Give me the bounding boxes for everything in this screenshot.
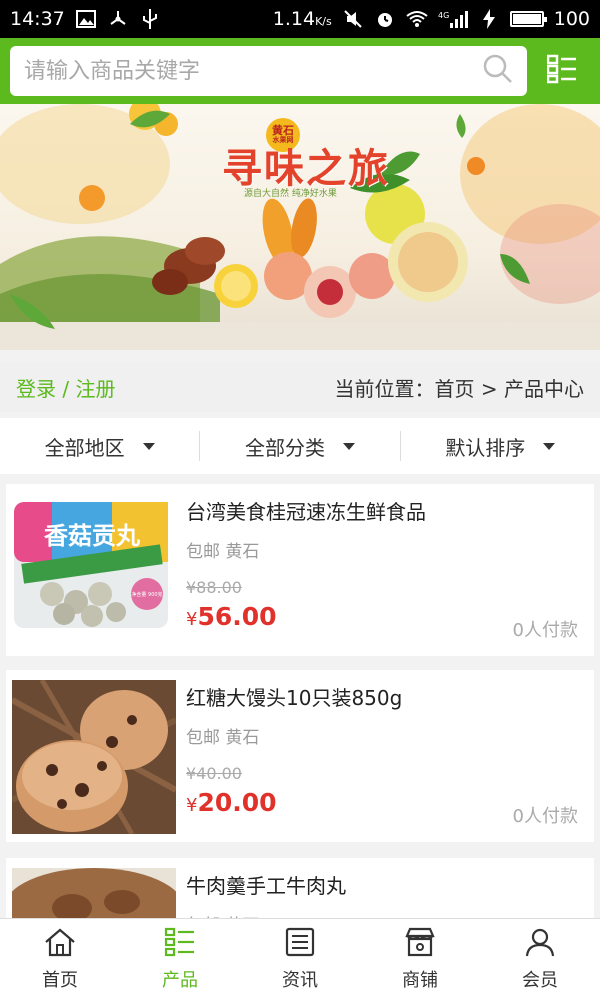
product-card[interactable]: 香菇贡丸 净含量 900克 台湾美食桂冠速冻生鲜食品 包邮 黄石 ¥88.00 …: [6, 484, 594, 656]
product-name[interactable]: 台湾美食桂冠速冻生鲜食品: [186, 496, 578, 525]
tab-home[interactable]: 首页: [0, 919, 120, 1000]
category-list-icon: [547, 54, 577, 88]
signal-icon: 4G: [438, 8, 468, 30]
product-meta: 包邮 黄石: [186, 728, 260, 748]
search-bar[interactable]: [10, 46, 527, 96]
tab-label: 资讯: [282, 970, 318, 991]
product-name[interactable]: 牛肉羹手工牛肉丸: [186, 870, 578, 899]
product-meta: 包邮 黄石: [186, 542, 260, 562]
caret-down-icon: [543, 442, 556, 450]
original-price: ¥88.00: [186, 578, 242, 597]
login-link[interactable]: 登录: [16, 377, 56, 401]
paid-count: 0人付款: [512, 806, 578, 827]
sale-price: ¥20.00: [186, 788, 277, 817]
filter-region[interactable]: 全部地区: [0, 431, 201, 461]
tab-label: 产品: [162, 970, 198, 991]
network-speed: 1.14K/s: [272, 8, 332, 30]
usb-debug-icon: [139, 8, 161, 30]
product-card[interactable]: 红糖大馒头10只装850g 包邮 黄石 ¥40.00 ¥20.00 0人付款: [6, 670, 594, 842]
register-link[interactable]: 注册: [75, 377, 115, 401]
caret-down-icon: [142, 442, 155, 450]
product-image[interactable]: [12, 868, 176, 920]
filter-sort[interactable]: 默认排序: [401, 431, 600, 461]
list-icon: [164, 927, 196, 962]
bottom-tab-bar: 首页 产品 资讯 商铺 会员: [0, 918, 600, 1000]
filter-category[interactable]: 全部分类: [200, 431, 401, 461]
caret-down-icon: [342, 442, 355, 450]
header: [0, 38, 600, 104]
filter-bar: 全部地区 全部分类 默认排序: [0, 418, 600, 474]
banner-subtitle: 源自大自然 纯净好水果: [244, 189, 337, 199]
tab-news[interactable]: 资讯: [240, 919, 360, 1000]
paid-count: 0人付款: [512, 620, 578, 641]
tab-label: 商铺: [402, 970, 438, 991]
wifi-icon: [406, 8, 428, 30]
battery-percent: 100: [553, 8, 590, 30]
home-icon: [44, 927, 76, 962]
usb-icon: [107, 8, 129, 30]
news-icon: [284, 927, 316, 962]
battery-icon: [509, 11, 547, 27]
product-name[interactable]: 红糖大馒头10只装850g: [186, 682, 578, 711]
filter-label: 默认排序: [445, 435, 526, 460]
search-icon[interactable]: [483, 54, 513, 88]
status-bar: 14:37 1.14K/s 4G 100: [0, 0, 600, 38]
category-menu-button[interactable]: [535, 46, 590, 96]
tab-store[interactable]: 商铺: [360, 919, 480, 1000]
svg-text:4G: 4G: [438, 11, 449, 20]
product-image[interactable]: 香菇贡丸 净含量 900克: [12, 494, 176, 648]
breadcrumb-bar: 登录 / 注册 当前位置：首页 > 产品中心: [0, 362, 600, 412]
product-list: 香菇贡丸 净含量 900克 台湾美食桂冠速冻生鲜食品 包邮 黄石 ¥88.00 …: [0, 484, 600, 920]
promo-banner[interactable]: 黄石 水果网 寻味之旅 源自大自然 纯净好水果: [0, 104, 600, 350]
charging-icon: [478, 8, 500, 30]
store-icon: [404, 927, 436, 962]
product-image[interactable]: [12, 680, 176, 834]
tab-label: 首页: [42, 970, 78, 991]
breadcrumb: 当前位置：首页 > 产品中心: [334, 376, 584, 401]
search-input[interactable]: [24, 58, 464, 84]
package-badge: 净含量 900克: [131, 591, 162, 598]
product-card[interactable]: 牛肉羹手工牛肉丸 包邮 黄石: [6, 858, 594, 920]
filter-label: 全部地区: [44, 435, 125, 460]
original-price: ¥40.00: [186, 764, 242, 783]
clock: 14:37: [10, 8, 65, 30]
alarm-icon: [374, 8, 396, 30]
tab-member[interactable]: 会员: [480, 919, 600, 1000]
tab-products[interactable]: 产品: [120, 919, 240, 1000]
user-icon: [524, 927, 556, 962]
filter-label: 全部分类: [244, 435, 325, 460]
package-text: 香菇贡丸: [44, 522, 141, 550]
image-icon: [75, 8, 97, 30]
sale-price: ¥56.00: [186, 602, 277, 631]
tab-label: 会员: [522, 970, 558, 991]
separator: /: [62, 376, 70, 401]
mute-icon: [342, 8, 364, 30]
